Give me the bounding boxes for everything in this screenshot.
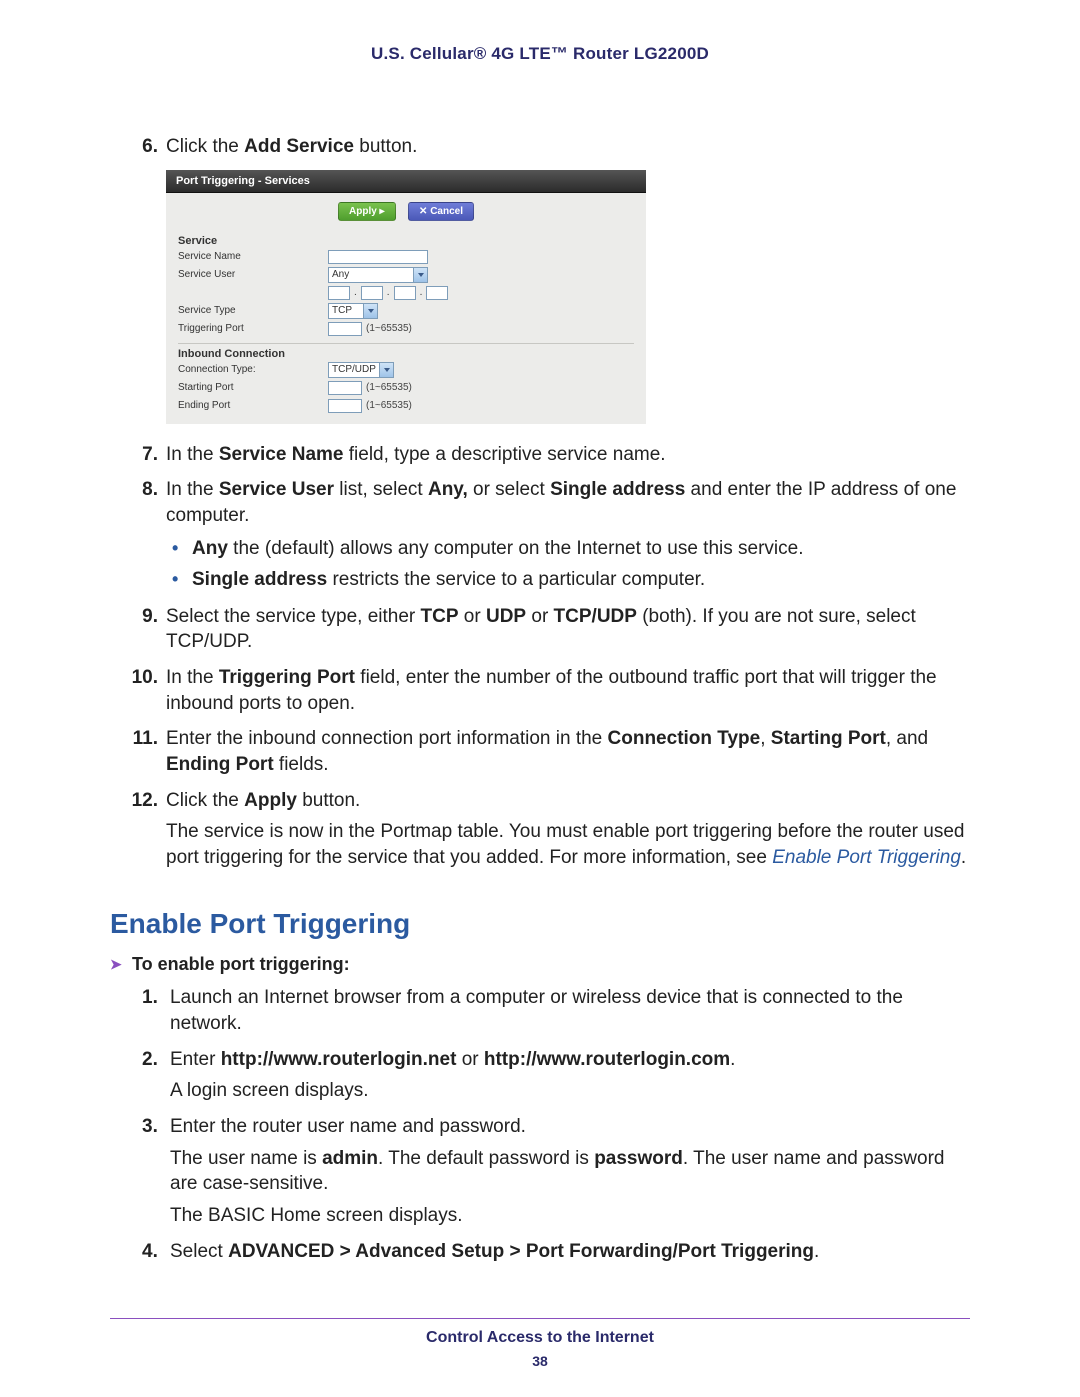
- step-number: 8.: [128, 477, 158, 503]
- proc-step-2: 2. Enter http://www.routerlogin.net or h…: [142, 1047, 970, 1104]
- ending-port-label: Ending Port: [178, 400, 328, 411]
- panel-body: Service Service Name Service User Any . …: [166, 229, 646, 424]
- step-text: Enter the router user name and password.: [170, 1116, 526, 1137]
- connection-type-select[interactable]: TCP/UDP: [328, 362, 394, 378]
- service-type-label: Service Type: [178, 305, 328, 316]
- section-heading: Enable Port Triggering: [110, 908, 970, 940]
- connection-type-row: Connection Type: TCP/UDP: [178, 362, 634, 378]
- procedure-list: 1. Launch an Internet browser from a com…: [142, 985, 970, 1264]
- panel-toolbar: Apply ▸ ✕ Cancel: [166, 193, 646, 229]
- steps-list-cont: 7. In the Service Name field, type a des…: [110, 442, 970, 871]
- service-name-input[interactable]: [328, 250, 428, 264]
- embedded-screenshot: Port Triggering - Services Apply ▸ ✕ Can…: [166, 170, 646, 424]
- bullet: Any the (default) allows any computer on…: [166, 535, 970, 563]
- step-7: 7. In the Service Name field, type a des…: [110, 442, 970, 468]
- step-12: 12. Click the Apply button. The service …: [110, 788, 970, 871]
- port-range-hint: (1~65535): [366, 400, 412, 411]
- step-9: 9. Select the service type, either TCP o…: [110, 604, 970, 655]
- panel-title: Port Triggering - Services: [166, 170, 646, 193]
- page-header-title: U.S. Cellular® 4G LTE™ Router LG2200D: [110, 44, 970, 64]
- step-number: 10.: [128, 665, 158, 691]
- inbound-section-header: Inbound Connection: [178, 343, 634, 360]
- service-type-row: Service Type TCP: [178, 303, 634, 319]
- step-number: 4.: [142, 1239, 158, 1265]
- starting-port-input[interactable]: [328, 381, 362, 395]
- step-11: 11. Enter the inbound connection port in…: [110, 726, 970, 777]
- step-tail: A login screen displays.: [170, 1078, 970, 1104]
- steps-list: 6. Click the Add Service button.: [110, 134, 970, 160]
- step-text: In the Service Name field, type a descri…: [166, 444, 666, 465]
- connection-type-label: Connection Type:: [178, 364, 328, 375]
- step-number: 3.: [142, 1114, 158, 1140]
- procedure-lead: To enable port triggering:: [110, 954, 970, 975]
- bullet: Single address restricts the service to …: [166, 566, 970, 594]
- step-text: Select ADVANCED > Advanced Setup > Port …: [170, 1241, 819, 1262]
- service-section-header: Service: [178, 235, 634, 247]
- step-tail: The user name is admin. The default pass…: [170, 1146, 970, 1197]
- ending-port-row: Ending Port (1~65535): [178, 398, 634, 414]
- service-user-row: Service User Any: [178, 267, 634, 283]
- footer-page-number: 38: [110, 1353, 970, 1369]
- step-12-tail: The service is now in the Portmap table.…: [166, 819, 970, 870]
- step-number: 6.: [128, 134, 158, 160]
- step-8-bullets: Any the (default) allows any computer on…: [166, 535, 970, 594]
- port-range-hint: (1~65535): [366, 382, 412, 393]
- port-range-hint: (1~65535): [366, 323, 412, 334]
- triggering-port-row: Triggering Port (1~65535): [178, 321, 634, 337]
- cross-ref-link[interactable]: Enable Port Triggering: [772, 847, 961, 868]
- step-text: In the Service User list, select Any, or…: [166, 479, 956, 526]
- step-number: 1.: [142, 985, 158, 1011]
- step-number: 7.: [128, 442, 158, 468]
- ip-octet-3[interactable]: [394, 286, 416, 300]
- ip-octet-4[interactable]: [426, 286, 448, 300]
- step-number: 11.: [128, 726, 158, 752]
- triggering-port-label: Triggering Port: [178, 323, 328, 334]
- document-page: U.S. Cellular® 4G LTE™ Router LG2200D 6.…: [0, 0, 1080, 1397]
- step-text: In the Triggering Port field, enter the …: [166, 667, 937, 714]
- page-footer: Control Access to the Internet 38: [110, 1318, 970, 1369]
- service-user-ip-row: . . .: [178, 285, 634, 301]
- service-type-select[interactable]: TCP: [328, 303, 378, 319]
- ip-octet-1[interactable]: [328, 286, 350, 300]
- step-text: Select the service type, either TCP or U…: [166, 606, 916, 653]
- proc-step-1: 1. Launch an Internet browser from a com…: [142, 985, 970, 1036]
- step-text: Enter http://www.routerlogin.net or http…: [170, 1049, 735, 1070]
- triggering-port-input[interactable]: [328, 322, 362, 336]
- step-6: 6. Click the Add Service button.: [110, 134, 970, 160]
- starting-port-label: Starting Port: [178, 382, 328, 393]
- step-text: Launch an Internet browser from a comput…: [170, 987, 903, 1034]
- footer-rule: [110, 1318, 970, 1319]
- service-name-label: Service Name: [178, 251, 328, 262]
- step-number: 12.: [128, 788, 158, 814]
- service-user-select[interactable]: Any: [328, 267, 428, 283]
- service-name-row: Service Name: [178, 249, 634, 265]
- service-user-label: Service User: [178, 269, 328, 280]
- proc-step-3: 3. Enter the router user name and passwo…: [142, 1114, 970, 1229]
- proc-step-4: 4. Select ADVANCED > Advanced Setup > Po…: [142, 1239, 970, 1265]
- step-8: 8. In the Service User list, select Any,…: [110, 477, 970, 593]
- footer-section-title: Control Access to the Internet: [110, 1329, 970, 1347]
- step-text: Click the Apply button.: [166, 790, 360, 811]
- step-text: Click the Add Service button.: [166, 136, 417, 157]
- step-text: Enter the inbound connection port inform…: [166, 728, 928, 775]
- ending-port-input[interactable]: [328, 399, 362, 413]
- ip-octet-2[interactable]: [361, 286, 383, 300]
- step-number: 9.: [128, 604, 158, 630]
- step-tail-2: The BASIC Home screen displays.: [170, 1203, 970, 1229]
- step-10: 10. In the Triggering Port field, enter …: [110, 665, 970, 716]
- cancel-button[interactable]: ✕ Cancel: [408, 202, 474, 221]
- starting-port-row: Starting Port (1~65535): [178, 380, 634, 396]
- apply-button[interactable]: Apply ▸: [338, 202, 396, 221]
- step-number: 2.: [142, 1047, 158, 1073]
